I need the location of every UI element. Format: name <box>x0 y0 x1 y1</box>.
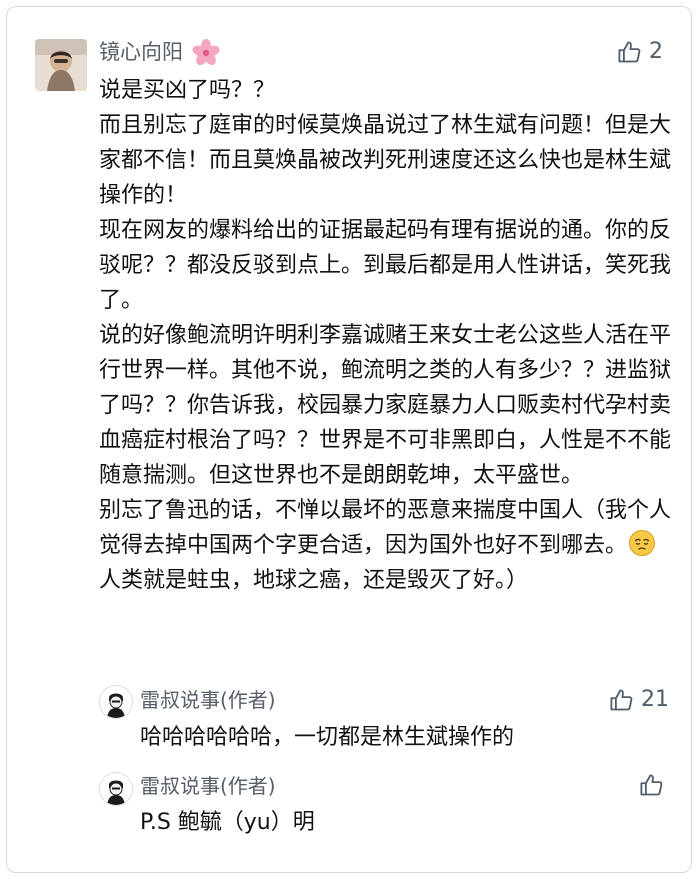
comment-paragraph-last: 别忘了鲁迅的话，不惮以最坏的恶意来揣度中国人（我个人觉得去掉中国两个字更合适，因… <box>99 493 674 598</box>
comment-paragraph: 说是买凶了吗？？ <box>99 78 276 103</box>
comment-text-after-emoji: 人类就是蛀虫，地球之癌，还是毁灭了好。） <box>99 568 529 593</box>
author-avatar-icon <box>100 773 132 805</box>
comment-text-before-emoji: 别忘了鲁迅的话，不惮以最坏的恶意来揣度中国人（我个人觉得去掉中国两个字更合适，因… <box>99 498 672 558</box>
thumbs-up-icon <box>618 40 641 62</box>
reply-like-button[interactable]: 21 <box>608 686 669 714</box>
comment-body: 说是买凶了吗？？ 而且别忘了庭审的时候莫焕晶说过了林生斌有问题！但是大家都不信！… <box>99 73 674 598</box>
reply-like-count: 21 <box>641 687 669 712</box>
reply-author-avatar[interactable] <box>99 685 133 719</box>
reply-author-name[interactable]: 雷叔说事(作者) <box>140 772 276 800</box>
user-avatar[interactable] <box>35 39 87 91</box>
comment-paragraph: 而且别忘了庭审的时候莫焕晶说过了林生斌有问题！但是大家都不信！而且莫焕晶被改判死… <box>99 113 672 208</box>
thumbs-up-icon <box>610 688 633 710</box>
reply-like-button[interactable] <box>638 772 671 799</box>
pensive-face-icon <box>629 530 656 556</box>
avatar-photo-icon <box>35 39 87 91</box>
comment-author-name[interactable]: 镜心向阳 <box>99 38 220 67</box>
reply-text: P.S 鲍毓（yu）明 <box>140 810 315 835</box>
comment-paragraph: 说的好像鲍流明许明利李嘉诚赌王来女士老公这些人活在平行世界一样。其他不说，鲍流明… <box>99 323 672 488</box>
author-avatar-icon <box>100 686 132 718</box>
comment-like-count: 2 <box>649 39 663 64</box>
thumbs-up-icon <box>640 774 663 796</box>
cherry-blossom-icon <box>192 39 220 66</box>
reply-author-name[interactable]: 雷叔说事(作者) <box>140 686 276 714</box>
comment-like-button[interactable]: 2 <box>616 38 663 66</box>
comment-author-text: 镜心向阳 <box>99 40 183 64</box>
comment-paragraph: 现在网友的爆料给出的证据最起码有理有据说的通。你的反驳呢？？都没反驳到点上。到最… <box>99 218 672 313</box>
reply-author-avatar[interactable] <box>99 772 133 806</box>
reply-text: 哈哈哈哈哈哈，一切都是林生斌操作的 <box>140 725 515 750</box>
